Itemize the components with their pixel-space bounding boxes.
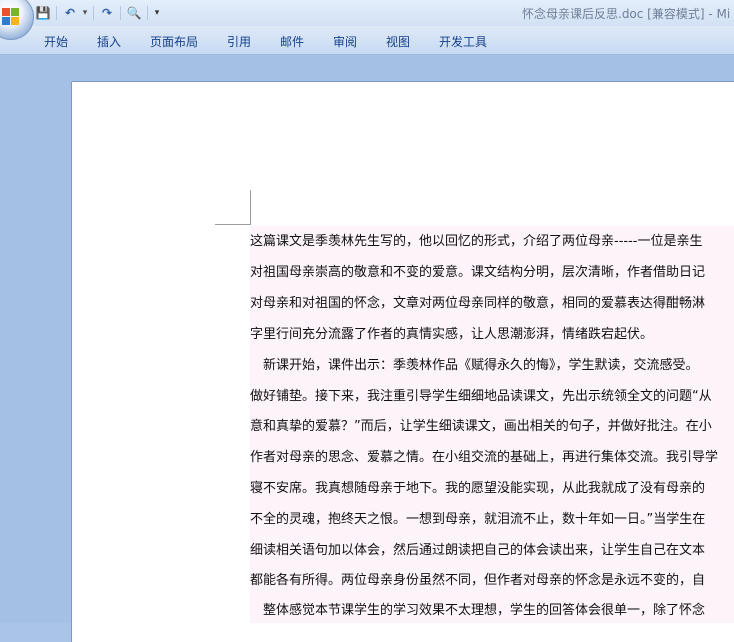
margin-corner-mark <box>215 224 250 225</box>
paragraph-line: 都能各有所得。两位母亲身份虽然不同，但作者对母亲的怀念是永远不变的，自 <box>250 573 706 588</box>
toolbar-separator <box>93 6 94 20</box>
window-title: 怀念母亲课后反思.doc [兼容模式] - Mi <box>522 7 731 21</box>
tab-mailings[interactable]: 邮件 <box>280 33 304 50</box>
paragraph-line: 做好铺垫。接下来，我注重引导学生细细地品读课文，先出示统领全文的问题“从 <box>250 389 712 404</box>
paragraph-line: 作者对母亲的思念、爱慕之情。在小组交流的基础上，再进行集体交流。我引导学 <box>250 450 719 465</box>
office-logo-icon <box>2 8 20 26</box>
ribbon-tab-bar: 开始 插入 页面布局 引用 邮件 审阅 视图 开发工具 <box>0 26 734 55</box>
paragraph-line: 不全的灵魂，抱终天之恨。一想到母亲，就泪流不止，数十年如一日。”当学生在 <box>250 512 706 527</box>
paragraph-line: 对母亲和对祖国的怀念，文章对两位母亲同样的敬意，相同的爱慕表达得酣畅淋 <box>250 296 706 311</box>
paragraph-line: 对祖国母亲崇高的敬意和不变的爱意。课文结构分明，层次清晰，作者借助日记 <box>250 265 706 280</box>
customize-toolbar-icon[interactable]: ▾ <box>152 4 162 22</box>
title-bar: 💾 ↶ ▾ ↷ 🔍 ▾ 怀念母亲课后反思.doc [兼容模式] - Mi <box>0 0 734 40</box>
paragraph-line: 寝不安席。我真想随母亲于地下。我的愿望没能实现，从此我就成了没有母亲的 <box>250 481 706 496</box>
undo-icon[interactable]: ↶ <box>61 4 79 22</box>
toolbar-separator <box>147 6 148 20</box>
paragraph-line: 这篇课文是季羡林先生写的，他以回忆的形式，介绍了两位母亲-----一位是亲生 <box>250 234 703 249</box>
paragraph-line: 细读相关语句加以体会，然后通过朗读把自己的体会读出来，让学生自己在文本 <box>250 543 706 558</box>
tab-references[interactable]: 引用 <box>227 33 251 50</box>
tab-page-layout[interactable]: 页面布局 <box>150 33 198 50</box>
quick-access-toolbar: 💾 ↶ ▾ ↷ 🔍 ▾ <box>34 4 162 22</box>
tab-review[interactable]: 审阅 <box>333 33 357 50</box>
save-icon[interactable]: 💾 <box>34 4 52 22</box>
paragraph-line: 意和真挚的爱慕？”而后，让学生细读课文，画出相关的句子，并做好批注。在小 <box>250 419 712 434</box>
paragraph-line: 整体感觉本节课学生的学习效果不太理想，学生的回答体会很单一，除了怀念 <box>250 603 706 618</box>
toolbar-separator <box>120 6 121 20</box>
tab-view[interactable]: 视图 <box>386 33 410 50</box>
redo-icon[interactable]: ↷ <box>98 4 116 22</box>
tab-home[interactable]: 开始 <box>44 33 68 50</box>
undo-dropdown-icon[interactable]: ▾ <box>81 4 89 22</box>
paragraph-line: 字里行间充分流露了作者的真情实感，让人思潮澎湃，情绪跌宕起伏。 <box>250 327 654 342</box>
toolbar-separator <box>56 6 57 20</box>
print-preview-icon[interactable]: 🔍 <box>125 4 143 22</box>
paragraph-line: 新课开始，课件出示：季羡林作品《赋得永久的悔》，学生默读，交流感受。 <box>250 358 699 373</box>
tab-insert[interactable]: 插入 <box>97 33 121 50</box>
margin-corner-mark <box>250 190 251 225</box>
tab-developer[interactable]: 开发工具 <box>439 33 487 50</box>
